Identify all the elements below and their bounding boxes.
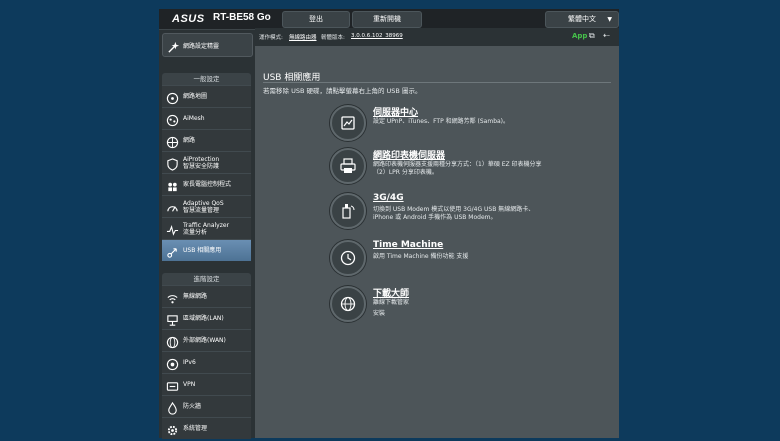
wifi-icon [166, 290, 179, 304]
sidebar-item-label: AiMesh [183, 115, 205, 122]
title-divider [263, 82, 611, 83]
sidebar-item-wan[interactable]: 外部網路(WAN) [162, 329, 251, 351]
sidebar-item-usb-application[interactable]: USB 相關應用 [162, 239, 251, 261]
vpn-icon [166, 378, 179, 391]
sidebar-item-network-map[interactable]: 網路地圖 [162, 85, 251, 107]
top-bar: ASUS RT-BE58 Go 登出 重新開機 繁體中文 ▼ [159, 9, 619, 30]
item-subtitle: 智慧安全防護 [183, 163, 220, 170]
item-title: AiProtection [183, 156, 220, 163]
usb-icon [166, 244, 179, 258]
sidebar-item-label: IPv6 [183, 359, 196, 366]
logout-button[interactable]: 登出 [282, 11, 350, 28]
feature-download-master[interactable]: 下載大師 離線下載管家 安裝 [330, 286, 610, 326]
feature-title[interactable]: 伺服器中心 [373, 105, 418, 118]
advanced-header: 進階設定 [162, 273, 251, 285]
feature-description: 離線下載管家 [373, 299, 410, 306]
main-panel: 運作模式: 無線路由器 韌體版本: 3.0.0.6.102_38969 App … [255, 28, 619, 438]
model-name: RT-BE58 Go [213, 12, 271, 23]
aimesh-icon [166, 112, 179, 127]
sidebar-item-label: USB 相關應用 [183, 247, 222, 254]
sidebar-item-vpn[interactable]: VPN [162, 373, 251, 395]
ipv6-icon [166, 356, 179, 371]
flame-icon [166, 400, 179, 415]
gear-icon [166, 422, 179, 436]
item-title: Adaptive QoS [183, 200, 224, 207]
globe-icon [166, 334, 179, 349]
mode-label: 運作模式: [259, 35, 283, 41]
download-master-icon[interactable] [330, 286, 366, 322]
sidebar-item-label: 防火牆 [183, 403, 202, 410]
page-description: 若需移除 USB 硬碟，請點擊螢幕右上角的 USB 圖示。 [263, 87, 422, 95]
sidebar-item-ipv6[interactable]: IPv6 [162, 351, 251, 373]
family-icon [166, 178, 179, 192]
speedometer-icon [166, 200, 179, 213]
clients-icon[interactable]: ⧉ [589, 31, 595, 41]
sidebar-item-label: 外部網路(WAN) [183, 337, 226, 344]
wizard-icon [167, 39, 180, 53]
sidebar-item-aimesh[interactable]: AiMesh [162, 107, 251, 129]
sidebar-item-aiprotection[interactable]: AiProtection 智慧安全防護 [162, 151, 251, 173]
item-subtitle: 智慧流量管理 [183, 207, 220, 214]
sidebar-item-wireless[interactable]: 無線網路 [162, 285, 251, 307]
sidebar-item-label: 網路地圖 [183, 93, 208, 100]
feature-title[interactable]: 3G/4G [373, 193, 404, 203]
status-bar: 運作模式: 無線路由器 韌體版本: 3.0.0.6.102_38969 App … [255, 28, 619, 46]
sidebar-item-adaptive-qos[interactable]: Adaptive QoS 智慧流量管理 [162, 195, 251, 217]
quick-setup-button[interactable]: 網路設定精靈 [162, 33, 253, 57]
language-label: 繁體中文 [568, 15, 596, 23]
firmware-label: 韌體版本: [321, 35, 345, 41]
sidebar-item-network[interactable]: 網路 [162, 129, 251, 151]
feature-time-machine[interactable]: Time Machine 啟用 Time Machine 備份功能 支援 [330, 240, 610, 280]
feature-print-server[interactable]: 網路印表機伺服器 網路印表機伺服器支援兩種分享方式：（1）華碩 EZ 印表機分享… [330, 148, 610, 188]
sidebar-item-label: Adaptive QoS 智慧流量管理 [183, 200, 224, 214]
sidebar-item-traffic-analyzer[interactable]: Traffic Analyzer 流量分析 [162, 217, 251, 239]
network-map-icon [166, 90, 179, 105]
item-subtitle: 流量分析 [183, 229, 208, 236]
sidebar-item-parental-controls[interactable]: 家長電腦控制程式 [162, 173, 251, 195]
sidebar-item-administration[interactable]: 系統管理 [162, 417, 251, 439]
feature-title[interactable]: Time Machine [373, 240, 443, 250]
server-icon[interactable] [330, 105, 366, 141]
sidebar-item-label: 網路 [183, 137, 196, 144]
usb-status-icon[interactable]: ⇠ [603, 31, 610, 40]
install-link[interactable]: 安裝 [373, 308, 385, 317]
lan-icon [166, 312, 179, 326]
sidebar-item-label: 家長電腦控制程式 [183, 181, 232, 188]
printer-icon[interactable] [330, 148, 366, 184]
firmware-link[interactable]: 3.0.0.6.102_38969 [351, 33, 403, 39]
globe-icon [166, 134, 179, 149]
sidebar-item-label: 區域網路(LAN) [183, 315, 224, 322]
feature-description: 啟用 Time Machine 備份功能 支援 [373, 253, 469, 260]
feature-description: 設定 UPnP、iTunes、FTP 和網路芳鄰 (Samba)。 [373, 118, 510, 125]
mode-link[interactable]: 無線路由器 [289, 33, 317, 41]
feature-server-center[interactable]: 伺服器中心 設定 UPnP、iTunes、FTP 和網路芳鄰 (Samba)。 [330, 105, 610, 145]
general-header: 一般設定 [162, 73, 251, 85]
modem-icon[interactable] [330, 193, 366, 229]
pulse-icon [166, 222, 179, 236]
sidebar-item-lan[interactable]: 區域網路(LAN) [162, 307, 251, 329]
feature-description: 切換到 USB Modem 模式以使用 3G/4G USB 無線網路卡、iPho… [373, 206, 535, 221]
chevron-down-icon: ▼ [607, 16, 612, 23]
feature-title[interactable]: 網路印表機伺服器 [373, 148, 445, 161]
sidebar-item-label: 系統管理 [183, 425, 208, 432]
quick-setup-label: 網路設定精靈 [183, 43, 220, 50]
sidebar-item-label: VPN [183, 381, 196, 388]
item-title: Traffic Analyzer [183, 222, 230, 229]
router-frame: ASUS RT-BE58 Go 登出 重新開機 繁體中文 ▼ 網路設定精靈 一般… [159, 9, 619, 439]
app-link[interactable]: App [572, 32, 587, 40]
shield-icon [166, 156, 179, 171]
asus-logo: ASUS [172, 13, 205, 25]
sidebar-item-firewall[interactable]: 防火牆 [162, 395, 251, 417]
feature-3g-4g[interactable]: 3G/4G 切換到 USB Modem 模式以使用 3G/4G USB 無線網路… [330, 193, 610, 233]
feature-title[interactable]: 下載大師 [373, 286, 409, 299]
sidebar-item-label: Traffic Analyzer 流量分析 [183, 222, 229, 236]
sidebar-item-label: 無線網路 [183, 293, 208, 300]
reboot-button[interactable]: 重新開機 [352, 11, 422, 28]
feature-description: 網路印表機伺服器支援兩種分享方式：（1）華碩 EZ 印表機分享（2）LPR 分享… [373, 161, 542, 176]
time-machine-icon[interactable] [330, 240, 366, 276]
sidebar-item-label: AiProtection 智慧安全防護 [183, 156, 219, 170]
language-select[interactable]: 繁體中文 ▼ [545, 11, 619, 28]
